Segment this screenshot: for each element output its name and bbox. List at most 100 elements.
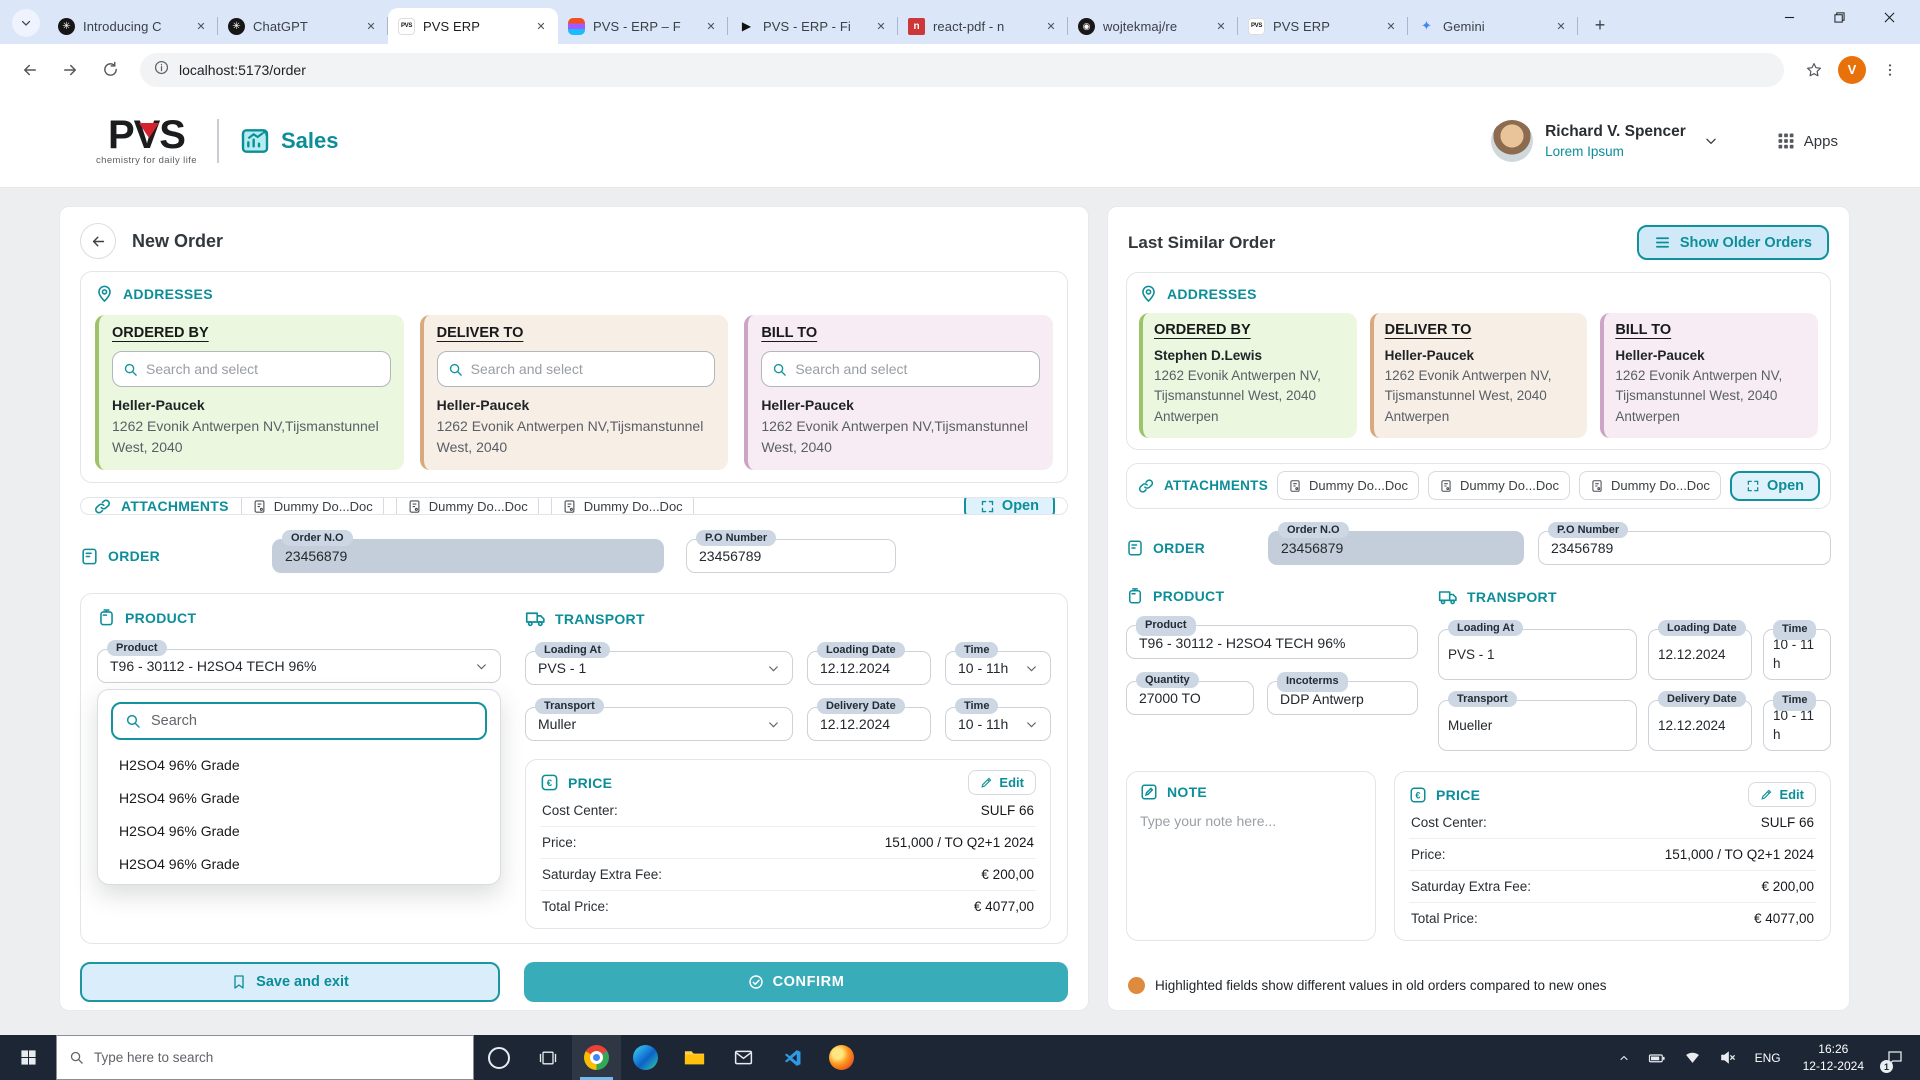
- delivery-date-field[interactable]: Delivery Date12.12.2024: [1648, 700, 1752, 751]
- loading-at-field[interactable]: Loading AtPVS - 1: [1438, 629, 1637, 680]
- taskbar-search[interactable]: [56, 1035, 474, 1080]
- transport-field[interactable]: TransportMueller: [1438, 700, 1637, 751]
- browser-profile-avatar[interactable]: V: [1838, 56, 1866, 84]
- taskbar-clock[interactable]: 16:26 12-12-2024: [1791, 1041, 1876, 1073]
- show-older-orders-button[interactable]: Show Older Orders: [1637, 225, 1829, 260]
- delivery-time-select[interactable]: Time10 - 11h: [945, 707, 1051, 741]
- battery-icon[interactable]: [1639, 1035, 1675, 1080]
- back-button[interactable]: [80, 223, 116, 259]
- attachment-chip[interactable]: Dummy Do...Doc: [1277, 471, 1419, 500]
- edit-price-button[interactable]: Edit: [968, 770, 1036, 795]
- edit-price-button[interactable]: Edit: [1748, 782, 1816, 807]
- dropdown-search-input[interactable]: [151, 713, 473, 729]
- file-explorer-button[interactable]: [670, 1035, 719, 1080]
- loading-at-select[interactable]: Loading AtPVS - 1: [525, 651, 793, 685]
- minimize-icon[interactable]: [1764, 0, 1814, 34]
- browser-tab[interactable]: PVS - ERP - Fi: [728, 8, 898, 44]
- address-search[interactable]: [761, 351, 1040, 387]
- loading-time-select[interactable]: Time10 - 11h: [945, 651, 1051, 685]
- task-view-button[interactable]: [523, 1035, 572, 1080]
- attachment-chip[interactable]: Dummy Do...Doc: [241, 497, 384, 515]
- tab-search-button[interactable]: [12, 9, 40, 37]
- wifi-icon[interactable]: [1675, 1035, 1710, 1080]
- restore-icon[interactable]: [1814, 0, 1864, 34]
- browser-tab[interactable]: PVS - ERP – F: [558, 8, 728, 44]
- tab-close-icon[interactable]: [532, 17, 550, 35]
- open-attachments-button[interactable]: Open: [964, 497, 1055, 515]
- cortana-button[interactable]: [474, 1035, 523, 1080]
- tab-close-icon[interactable]: [872, 17, 890, 35]
- action-center-button[interactable]: 1: [1876, 1035, 1920, 1080]
- dropdown-search[interactable]: [111, 702, 487, 740]
- taskbar-search-input[interactable]: [94, 1050, 461, 1065]
- browser-tab[interactable]: Gemini: [1408, 8, 1578, 44]
- site-info-icon[interactable]: [154, 60, 169, 80]
- quantity-field[interactable]: Quantity27000 TO: [1126, 681, 1254, 715]
- chrome-taskbar-button[interactable]: [572, 1035, 621, 1080]
- tab-close-icon[interactable]: [1382, 17, 1400, 35]
- browser-tab[interactable]: ChatGPT: [218, 8, 388, 44]
- order-number-field[interactable]: Order N.O 23456879: [1268, 531, 1524, 565]
- bookmark-star-icon[interactable]: [1798, 54, 1830, 86]
- url-bar[interactable]: localhost:5173/order: [140, 53, 1784, 87]
- product-option[interactable]: H2SO4 96% Grade: [111, 757, 487, 773]
- mail-button[interactable]: [719, 1035, 768, 1080]
- tray-chevron-up-icon[interactable]: [1609, 1035, 1639, 1080]
- back-icon[interactable]: [14, 54, 46, 86]
- address-search[interactable]: [437, 351, 716, 387]
- firefox-button[interactable]: [817, 1035, 866, 1080]
- save-and-exit-button[interactable]: Save and exit: [80, 962, 500, 1002]
- po-number-field[interactable]: P.O Number 23456789: [686, 539, 896, 573]
- incoterms-field[interactable]: IncotermsDDP Antwerp: [1267, 681, 1418, 715]
- browser-menu-icon[interactable]: [1874, 54, 1906, 86]
- browser-tab[interactable]: react-pdf - n: [898, 8, 1068, 44]
- product-option[interactable]: H2SO4 96% Grade: [111, 790, 487, 806]
- tab-close-icon[interactable]: [1552, 17, 1570, 35]
- po-number-field[interactable]: P.O Number 23456789: [1538, 531, 1831, 565]
- product-select[interactable]: Product T96 - 30112 - H2SO4 TECH 96%: [97, 649, 501, 683]
- vscode-button[interactable]: [768, 1035, 817, 1080]
- product-field[interactable]: Product T96 - 30112 - H2SO4 TECH 96%: [1126, 625, 1418, 659]
- transport-select[interactable]: TransportMuller: [525, 707, 793, 741]
- tab-close-icon[interactable]: [362, 17, 380, 35]
- attachment-chip[interactable]: Dummy Do...Doc: [551, 497, 694, 515]
- product-option[interactable]: H2SO4 96% Grade: [111, 856, 487, 872]
- browser-tab[interactable]: wojtekmaj/re: [1068, 8, 1238, 44]
- loading-date-field[interactable]: Loading Date12.12.2024: [1648, 629, 1752, 680]
- forward-icon[interactable]: [54, 54, 86, 86]
- volume-muted-icon[interactable]: [1710, 1035, 1745, 1080]
- search-input[interactable]: [471, 361, 705, 377]
- delivery-date-field[interactable]: Delivery Date12.12.2024: [807, 707, 931, 741]
- edge-taskbar-button[interactable]: [621, 1035, 670, 1080]
- open-attachments-button[interactable]: Open: [1730, 471, 1820, 501]
- new-tab-button[interactable]: [1586, 11, 1614, 39]
- tab-close-icon[interactable]: [702, 17, 720, 35]
- user-avatar[interactable]: [1491, 120, 1533, 162]
- close-icon[interactable]: [1864, 0, 1914, 34]
- tab-close-icon[interactable]: [1212, 17, 1230, 35]
- address-search[interactable]: [112, 351, 391, 387]
- note-input[interactable]: Type your note here...: [1140, 813, 1362, 829]
- user-chevron-down-icon[interactable]: [1698, 128, 1724, 154]
- attachment-chip[interactable]: Dummy Do...Doc: [1579, 471, 1721, 500]
- delivery-time-field[interactable]: Time10 - 11 h: [1763, 700, 1831, 751]
- start-button[interactable]: [0, 1035, 56, 1080]
- reload-icon[interactable]: [94, 54, 126, 86]
- tab-close-icon[interactable]: [192, 17, 210, 35]
- loading-time-field[interactable]: Time10 - 11 h: [1763, 629, 1831, 680]
- browser-tab-active[interactable]: PVS ERP: [388, 8, 558, 44]
- product-option[interactable]: H2SO4 96% Grade: [111, 823, 487, 839]
- search-input[interactable]: [795, 361, 1029, 377]
- attachment-chip[interactable]: Dummy Do...Doc: [396, 497, 539, 515]
- search-input[interactable]: [146, 361, 380, 377]
- order-number-field[interactable]: Order N.O 23456879: [272, 539, 664, 573]
- loading-date-field[interactable]: Loading Date12.12.2024: [807, 651, 931, 685]
- user-link[interactable]: Lorem Ipsum: [1545, 144, 1686, 159]
- confirm-button[interactable]: CONFIRM: [524, 962, 1068, 1002]
- apps-button[interactable]: Apps: [1776, 131, 1838, 151]
- tab-close-icon[interactable]: [1042, 17, 1060, 35]
- attachment-chip[interactable]: Dummy Do...Doc: [1428, 471, 1570, 500]
- url-text[interactable]: localhost:5173/order: [179, 62, 306, 78]
- browser-tab[interactable]: Introducing C: [48, 8, 218, 44]
- language-indicator[interactable]: ENG: [1745, 1051, 1791, 1065]
